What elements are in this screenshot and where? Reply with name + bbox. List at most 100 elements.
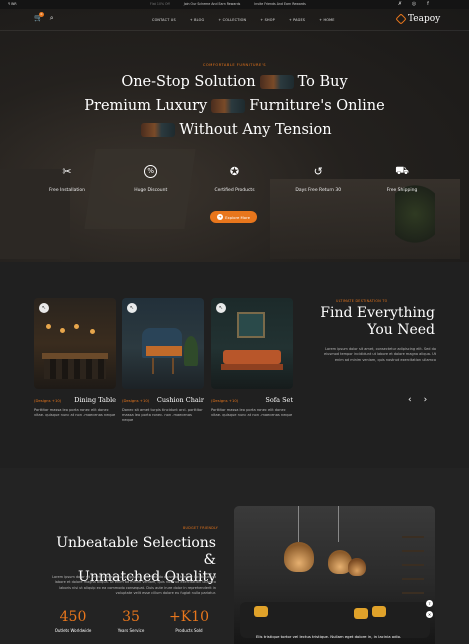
nav-item-blog[interactable]: + BLOG <box>190 18 205 22</box>
nav-item-shop[interactable]: + SHOP <box>260 18 275 22</box>
nav-item-label: SHOP <box>264 18 275 22</box>
arrow-icon[interactable]: ↖ <box>39 303 49 313</box>
card-description: Porttitor massa leo porta ronec elit don… <box>211 408 293 417</box>
currency-selector[interactable]: ₹ INR <box>8 2 17 6</box>
product-card[interactable]: ↖ (Designs +10) Sofa Set Porttitor massa… <box>211 298 293 418</box>
badge-icon: ✪ <box>229 164 240 178</box>
selections-eyebrow: BUDGET FRIENDLY <box>183 526 219 530</box>
facebook-icon[interactable]: f <box>425 1 431 7</box>
hero-inline-image <box>259 75 294 89</box>
truck-icon: ⛟ <box>395 163 409 177</box>
stat-label: Years Service <box>117 628 145 633</box>
social-links: ✗ ◎ f <box>397 1 431 7</box>
hero-title-line-2: Premium Luxury Furniture's Online <box>0 98 469 114</box>
nav-menu: CONTACT US + BLOG + COLLECTION + SHOP + … <box>152 18 335 22</box>
selections-title-line: Unbeatable Selections & <box>56 535 216 568</box>
stats-row: 450 Outlets Worldwide 35 Years Service +… <box>44 609 218 633</box>
nav-item-label: PAGES <box>293 18 306 22</box>
nav-item-collection[interactable]: + COLLECTION <box>218 18 246 22</box>
living-room-image <box>234 506 435 644</box>
floating-actions: ⇪ ✕ <box>426 600 433 618</box>
feature-item: ✂ Free Installation <box>32 162 102 194</box>
nav-item-contact[interactable]: CONTACT US <box>152 18 176 22</box>
card-designs-count: (Designs +10) <box>211 397 239 403</box>
hero-title-text: One-Stop Solution <box>121 74 256 90</box>
stat-value: 35 <box>122 609 140 625</box>
feature-item: % Huge Discount <box>116 162 186 193</box>
explore-more-label: Explore More <box>225 214 250 220</box>
feature-item: ✪ Certified Products <box>200 162 270 194</box>
card-description: Donec sit amet turpis tincidunt orci. po… <box>122 408 203 422</box>
announcement-bar: ₹ INR Flat 10% Off Join Our Scheme And E… <box>0 0 469 9</box>
card-title: Sofa Set <box>265 396 293 404</box>
feature-item: ⛟ Free Shipping <box>367 162 437 194</box>
nav-item-home[interactable]: + HOME <box>319 18 334 22</box>
hero-eyebrow: COMFORTABLE FURNITURE'S <box>202 63 267 67</box>
feature-label: Certified Products <box>214 188 255 193</box>
stat-item: 35 Years Service <box>102 609 160 633</box>
site-logo[interactable]: Teapoy <box>395 13 441 25</box>
stat-value: +K10 <box>168 609 209 625</box>
product-image: ↖ <box>122 298 204 389</box>
cart-count-badge: 0 <box>39 12 44 17</box>
hero-inline-image <box>141 123 176 137</box>
instagram-icon[interactable]: ◎ <box>411 1 417 7</box>
stat-value: 450 <box>59 609 87 625</box>
search-icon[interactable]: ⌕ <box>50 14 54 23</box>
hero-title-text: Furniture's Online <box>249 98 385 114</box>
stat-label: Products Sold <box>175 628 203 633</box>
arrow-icon[interactable]: ↖ <box>127 303 137 313</box>
feature-label: Days Free Return 30 <box>295 188 342 193</box>
hero-title-line-3: Without Any Tension <box>0 122 469 138</box>
feature-item: ↺ Days Free Return 30 <box>283 162 353 194</box>
product-image: ↖ <box>34 298 116 389</box>
product-card[interactable]: ↖ (Designs +10) Dining Table Porttitor m… <box>34 298 116 418</box>
explore-more-button[interactable]: ➜ Explore More <box>210 211 257 223</box>
share-icon[interactable]: ⇪ <box>426 600 433 607</box>
feature-label: Free Installation <box>49 188 85 193</box>
collection-text: Lorem ipsum dolor sit amet, consectetur … <box>324 347 436 362</box>
nav-icons: 🛒 0 ⌕ <box>34 12 54 23</box>
nav-item-label: BLOG <box>194 18 205 22</box>
carousel-arrows: ‹ › <box>408 395 427 405</box>
announcement-ticker: Flat 10% Off Join Our Scheme And Earn Re… <box>150 2 306 6</box>
feature-label: Huge Discount <box>134 188 168 193</box>
ticker-item: Invite Friends And Earn Rewards <box>254 2 306 6</box>
product-card[interactable]: ↖ (Designs +10) Cushion Chair Donec sit … <box>122 298 204 423</box>
collection-eyebrow: ULTIMATE DESTINATION TO <box>336 299 388 303</box>
collection-title: Find Everything You Need <box>320 305 435 339</box>
hero-title-text: To Buy <box>297 74 348 90</box>
card-title: Cushion Chair <box>156 396 204 404</box>
card-designs-count: (Designs +10) <box>122 397 150 403</box>
product-image: ↖ <box>211 298 293 389</box>
percent-icon: % <box>142 162 160 180</box>
arrow-icon: ➜ <box>217 214 224 220</box>
nav-item-label: HOME <box>323 18 335 22</box>
twitter-icon[interactable]: ✗ <box>397 1 403 7</box>
feature-label: Free Shipping <box>386 188 418 193</box>
tools-icon: ✂ <box>62 164 72 178</box>
selections-section: BUDGET FRIENDLY Unbeatable Selections & … <box>0 468 469 644</box>
nav-item-pages[interactable]: + PAGES <box>289 18 305 22</box>
hero-title-text: Without Any Tension <box>179 122 332 138</box>
arrow-icon[interactable]: ↖ <box>216 303 226 313</box>
card-description: Porttitor massa leo porta ronec elit don… <box>34 408 116 417</box>
card-title: Dining Table <box>74 396 116 404</box>
selections-text: Lorem ipsum dolor sit amet, consectetur … <box>52 575 216 595</box>
nav-item-label: COLLECTION <box>222 18 247 22</box>
main-navigation: 🛒 0 ⌕ CONTACT US + BLOG + COLLECTION + SH… <box>0 9 469 31</box>
ticker-item: Flat 10% Off <box>150 2 170 6</box>
stat-item: 450 Outlets Worldwide <box>44 609 102 633</box>
hero-inline-image <box>211 99 246 113</box>
chevron-left-icon[interactable]: ‹ <box>408 395 412 405</box>
stat-item: +K10 Products Sold <box>160 609 218 633</box>
logo-text: Teapoy <box>408 14 441 24</box>
ticker-item: Join Our Scheme And Earn Rewards <box>183 2 241 6</box>
collection-title-line: You Need <box>367 322 435 338</box>
card-designs-count: (Designs +10) <box>34 397 62 403</box>
return-icon: ↺ <box>313 164 323 178</box>
close-icon[interactable]: ✕ <box>426 611 433 618</box>
image-caption: Elis tristique tortor vel lectus tristiq… <box>256 634 402 639</box>
cart-icon[interactable]: 🛒 0 <box>34 12 44 23</box>
chevron-right-icon[interactable]: › <box>424 395 428 405</box>
